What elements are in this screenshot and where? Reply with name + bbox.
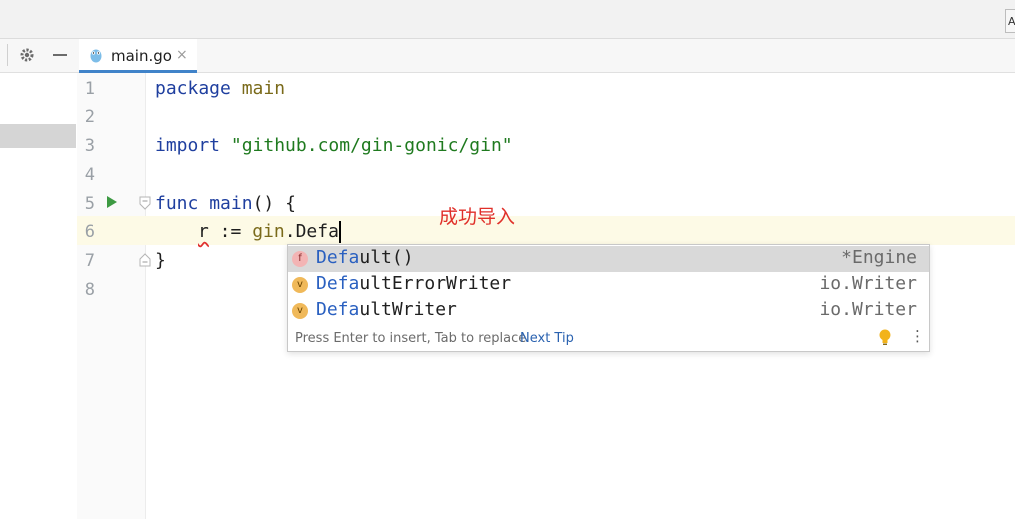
- dot: .: [284, 221, 296, 242]
- line-number: 6: [84, 222, 95, 242]
- completion-suffix: ult(): [359, 247, 414, 268]
- code-line-5[interactable]: func main() {: [155, 193, 296, 214]
- close-icon[interactable]: ×: [176, 47, 188, 63]
- code-line-6[interactable]: r := gin.Defa: [198, 221, 341, 243]
- completion-popup[interactable]: f Default() *Engine v DefaultErrorWriter…: [287, 244, 930, 352]
- code-line-3[interactable]: import "github.com/gin-gonic/gin": [155, 135, 513, 156]
- completion-hint: Press Enter to insert, Tab to replace: [295, 331, 527, 346]
- typed-text: Defa: [295, 221, 339, 242]
- keyword: func: [155, 193, 199, 214]
- matched-prefix: Defa: [316, 247, 360, 268]
- minus-icon[interactable]: [51, 46, 69, 64]
- completion-footer: Press Enter to insert, Tab to replace Ne…: [288, 325, 929, 351]
- keyword: package: [155, 78, 231, 99]
- line-number: 1: [84, 79, 95, 99]
- completion-type: io.Writer: [819, 299, 917, 320]
- annotation-text: 成功导入: [439, 206, 516, 228]
- tab-label: main.go: [111, 47, 172, 65]
- gear-icon[interactable]: [18, 46, 36, 64]
- package-ref: gin: [252, 221, 285, 242]
- window-top-bar: A: [0, 0, 1015, 39]
- next-tip-link[interactable]: Next Tip: [520, 331, 574, 346]
- go-file-icon: [89, 47, 103, 63]
- function-kind-icon: f: [292, 251, 308, 267]
- toolbar-separator: [7, 44, 8, 66]
- code-line-1[interactable]: package main: [155, 78, 285, 99]
- line-number: 5: [84, 194, 95, 214]
- completion-type: *Engine: [841, 247, 917, 268]
- completion-item[interactable]: v DefaultWriter io.Writer: [288, 298, 929, 324]
- corner-button[interactable]: A: [1005, 9, 1015, 33]
- project-panel-selected-row[interactable]: [0, 124, 76, 148]
- matched-prefix: Defa: [316, 299, 360, 320]
- fold-close-icon[interactable]: [139, 252, 151, 271]
- code-punctuation: () {: [252, 193, 296, 214]
- fold-open-icon[interactable]: [139, 195, 151, 214]
- code-line-7[interactable]: }: [155, 250, 166, 271]
- completion-name: DefaultWriter: [316, 299, 457, 320]
- package-name: main: [241, 78, 286, 99]
- function-name: main: [209, 193, 253, 214]
- matched-prefix: Defa: [316, 273, 360, 294]
- completion-type: io.Writer: [819, 273, 917, 294]
- line-number: 2: [84, 107, 95, 127]
- line-number: 4: [84, 165, 95, 185]
- completion-item[interactable]: v DefaultErrorWriter io.Writer: [288, 272, 929, 298]
- completion-suffix: ultWriter: [359, 299, 457, 320]
- completion-name: DefaultErrorWriter: [316, 273, 511, 294]
- completion-name: Default(): [316, 247, 414, 268]
- assign-operator: :=: [208, 221, 253, 242]
- lightbulb-icon[interactable]: [878, 328, 892, 350]
- completion-suffix: ultErrorWriter: [359, 273, 512, 294]
- completion-item[interactable]: f Default() *Engine: [288, 246, 929, 272]
- keyword: import: [155, 135, 221, 156]
- variable-kind-icon: v: [292, 277, 308, 293]
- text-cursor: [338, 221, 341, 243]
- variable-kind-icon: v: [292, 303, 308, 319]
- variable-unused: r: [198, 221, 209, 242]
- tab-main-go[interactable]: main.go ×: [79, 39, 197, 73]
- more-options-icon[interactable]: ⋮: [910, 327, 925, 345]
- import-path: "github.com/gin-gonic/gin": [230, 135, 513, 156]
- line-number: 7: [84, 251, 95, 271]
- run-icon[interactable]: [106, 194, 118, 213]
- line-number: 8: [84, 280, 95, 300]
- line-number: 3: [84, 136, 95, 156]
